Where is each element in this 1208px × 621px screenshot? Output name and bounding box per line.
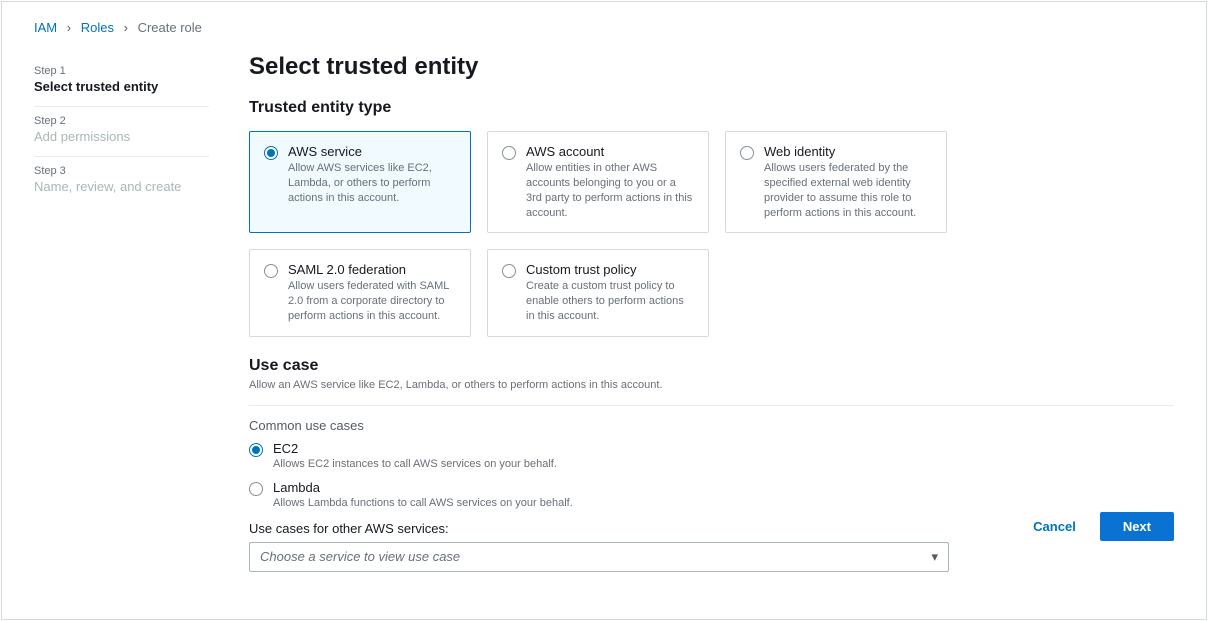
chevron-right-icon: ›: [67, 20, 71, 35]
card-desc: Allow AWS services like EC2, Lambda, or …: [288, 161, 456, 206]
entity-card-aws-account[interactable]: AWS account Allow entities in other AWS …: [487, 131, 709, 233]
step-3: Step 3 Name, review, and create: [34, 157, 209, 206]
card-title: AWS account: [526, 144, 694, 159]
option-desc: Allows EC2 instances to call AWS service…: [273, 458, 1174, 470]
radio-icon: [249, 443, 263, 457]
section-trusted-entity-type: Trusted entity type: [249, 99, 1174, 117]
option-desc: Allows Lambda functions to call AWS serv…: [273, 497, 1174, 509]
breadcrumb: IAM › Roles › Create role: [2, 2, 1206, 35]
step-number: Step 3: [34, 165, 209, 177]
card-desc: Create a custom trust policy to enable o…: [526, 279, 694, 324]
card-desc: Allow entities in other AWS accounts bel…: [526, 161, 694, 220]
wizard-footer: Cancel Next: [1023, 512, 1174, 541]
next-button[interactable]: Next: [1100, 512, 1174, 541]
breadcrumb-current: Create role: [138, 20, 202, 35]
breadcrumb-iam[interactable]: IAM: [34, 20, 57, 35]
entity-card-aws-service[interactable]: AWS service Allow AWS services like EC2,…: [249, 131, 471, 233]
step-number: Step 2: [34, 115, 209, 127]
breadcrumb-roles[interactable]: Roles: [81, 20, 114, 35]
use-case-subtitle: Allow an AWS service like EC2, Lambda, o…: [249, 379, 1174, 391]
step-title: Select trusted entity: [34, 79, 209, 94]
radio-icon: [740, 146, 754, 160]
step-title: Add permissions: [34, 129, 209, 144]
card-title: Custom trust policy: [526, 262, 694, 277]
page-title: Select trusted entity: [249, 53, 1174, 81]
chevron-right-icon: ›: [124, 20, 128, 35]
wizard-stepper: Step 1 Select trusted entity Step 2 Add …: [34, 53, 209, 572]
entity-card-saml-federation[interactable]: SAML 2.0 federation Allow users federate…: [249, 249, 471, 337]
option-title: EC2: [273, 441, 1174, 456]
radio-icon: [264, 264, 278, 278]
step-1: Step 1 Select trusted entity: [34, 57, 209, 107]
radio-icon: [502, 146, 516, 160]
step-title: Name, review, and create: [34, 179, 209, 194]
entity-card-custom-trust-policy[interactable]: Custom trust policy Create a custom trus…: [487, 249, 709, 337]
radio-icon: [264, 146, 278, 160]
section-use-case: Use case: [249, 357, 1174, 375]
card-title: SAML 2.0 federation: [288, 262, 456, 277]
entity-card-web-identity[interactable]: Web identity Allows users federated by t…: [725, 131, 947, 233]
card-title: Web identity: [764, 144, 932, 159]
card-desc: Allows users federated by the specified …: [764, 161, 932, 220]
common-use-cases-label: Common use cases: [249, 418, 1174, 433]
step-number: Step 1: [34, 65, 209, 77]
step-2: Step 2 Add permissions: [34, 107, 209, 157]
option-title: Lambda: [273, 480, 1174, 495]
use-case-option-lambda[interactable]: Lambda Allows Lambda functions to call A…: [249, 480, 1174, 509]
card-title: AWS service: [288, 144, 456, 159]
service-select[interactable]: Choose a service to view use case ▾: [249, 542, 949, 572]
radio-icon: [502, 264, 516, 278]
select-placeholder: Choose a service to view use case: [260, 549, 460, 564]
card-desc: Allow users federated with SAML 2.0 from…: [288, 279, 456, 324]
cancel-button[interactable]: Cancel: [1023, 513, 1086, 540]
trusted-entity-options: AWS service Allow AWS services like EC2,…: [249, 131, 1174, 337]
use-case-option-ec2[interactable]: EC2 Allows EC2 instances to call AWS ser…: [249, 441, 1174, 470]
caret-down-icon: ▾: [931, 549, 938, 565]
divider: [249, 405, 1174, 406]
radio-icon: [249, 482, 263, 496]
